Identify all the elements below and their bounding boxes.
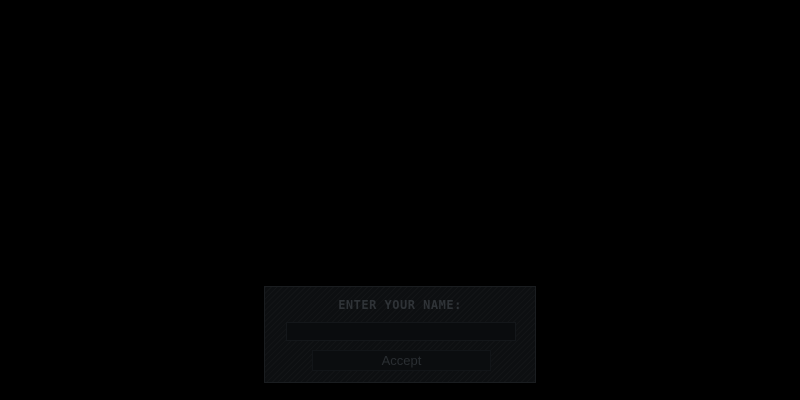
game-screen: ENTER YOUR NAME: Accept bbox=[0, 0, 800, 400]
accept-button[interactable]: Accept bbox=[312, 350, 491, 371]
dialog-title: ENTER YOUR NAME: bbox=[338, 298, 462, 312]
name-input[interactable] bbox=[286, 322, 516, 341]
name-entry-dialog: ENTER YOUR NAME: Accept bbox=[264, 286, 536, 383]
